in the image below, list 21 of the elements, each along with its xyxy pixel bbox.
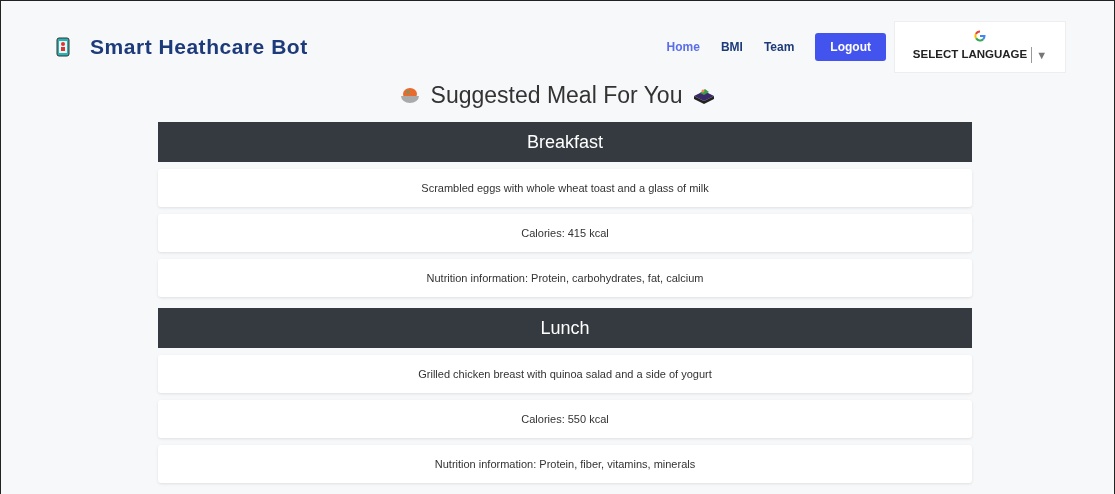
- soup-bowl-icon: [398, 86, 421, 104]
- nav-link[interactable]: BMI: [720, 38, 743, 56]
- robot-phone-icon: [56, 37, 70, 57]
- logout-button[interactable]: Logout: [815, 33, 886, 61]
- nav-link[interactable]: Home: [666, 38, 700, 56]
- dropdown-arrow: ▼: [1036, 47, 1048, 63]
- meal-detail-card: Scrambled eggs with whole wheat toast and a glass of milk: [158, 169, 972, 207]
- language-select[interactable]: SELECT LANGUAGE ▼: [894, 21, 1066, 73]
- meal-detail-card: Nutrition information: Protein, carbohydrates, fat, calcium: [158, 259, 972, 297]
- meal-header: Breakfast: [158, 122, 972, 162]
- language-label: SELECT LANGUAGE: [912, 47, 1028, 63]
- page-heading: Suggested Meal For You: [430, 80, 683, 110]
- food-box-icon: [692, 86, 717, 104]
- meal-detail-card: Calories: 550 kcal: [158, 400, 972, 438]
- meal-header: Lunch: [158, 308, 972, 348]
- meal-detail-card: Nutrition information: Protein, fiber, vitamins, minerals: [158, 445, 972, 483]
- brand-title: Smart Heathcare Bot: [90, 34, 308, 61]
- meal-detail-card: Grilled chicken breast with quinoa salad and a side of yogurt: [158, 355, 972, 393]
- meal-detail-card: Calories: 415 kcal: [158, 214, 972, 252]
- google-g-icon: [974, 30, 986, 43]
- nav-link[interactable]: Team: [763, 38, 795, 56]
